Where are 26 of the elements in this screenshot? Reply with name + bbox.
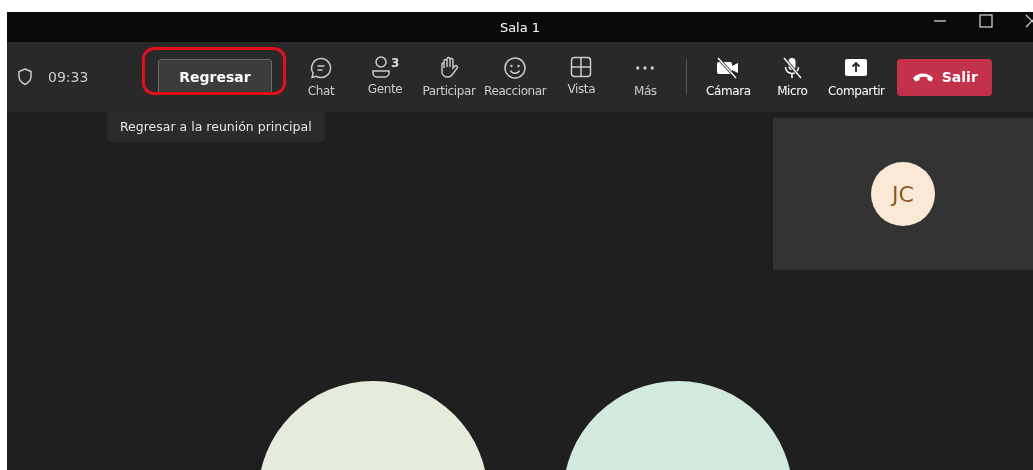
close-icon[interactable]: [1025, 14, 1033, 28]
window-title: Sala 1: [499, 19, 541, 35]
toolbar-button[interactable]: 3 Gente: [354, 56, 416, 98]
hang-up-icon: [911, 71, 934, 83]
back-button[interactable]: Regresar: [158, 59, 272, 95]
leave-button[interactable]: Salir: [897, 58, 993, 96]
toolbar-button[interactable]: Vista: [550, 56, 613, 98]
maximize-icon[interactable]: [979, 14, 993, 28]
person-icon: [371, 56, 391, 78]
chat-icon: [309, 56, 333, 80]
tooltip: Regresar a la reunión principal: [107, 111, 325, 142]
more-icon: [636, 66, 655, 70]
toolbar-button[interactable]: Micro: [761, 56, 824, 98]
shield-icon[interactable]: [17, 68, 33, 86]
smiley-icon: [503, 56, 528, 80]
toolbar-button[interactable]: Compartir: [825, 56, 888, 98]
grid-icon: [570, 56, 593, 78]
toolbar-button[interactable]: Participar: [418, 56, 480, 98]
toolbar-button[interactable]: Cámara: [697, 56, 760, 98]
meeting-timer: 09:33: [48, 69, 90, 85]
toolbar-button[interactable]: Reaccionar: [482, 56, 549, 98]
avatar: JC: [871, 162, 935, 226]
toolbar-button[interactable]: Chat: [290, 56, 352, 98]
hand-icon: [438, 56, 460, 80]
toolbar-button[interactable]: Más: [614, 56, 677, 98]
people-count: 3: [391, 56, 399, 70]
